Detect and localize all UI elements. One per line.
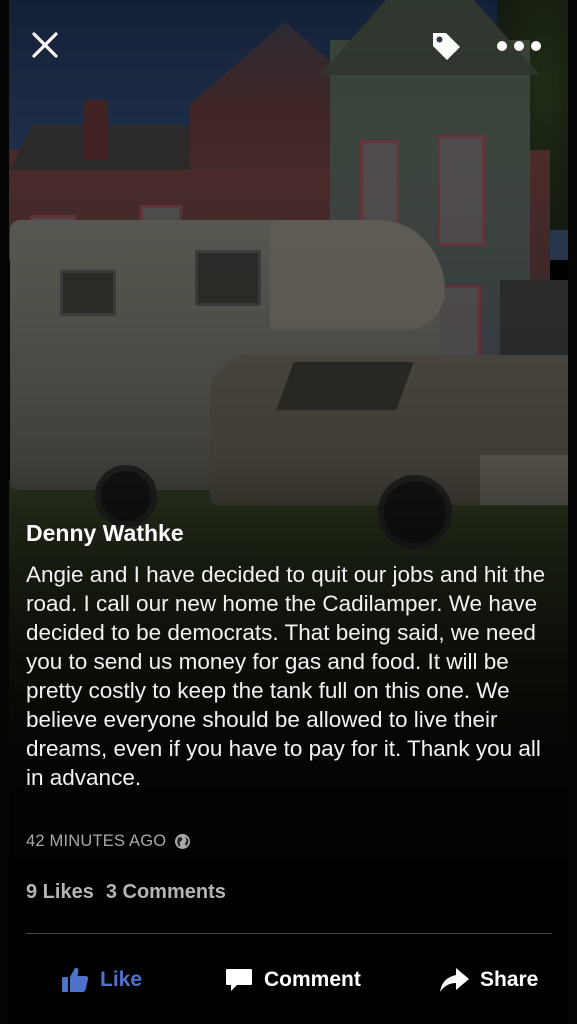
share-label: Share (480, 968, 539, 991)
comment-icon (226, 969, 252, 991)
like-label: Like (100, 968, 143, 991)
post-photo[interactable] (0, 0, 577, 1024)
more-icon (497, 41, 541, 51)
share-button[interactable]: Share (438, 950, 538, 1010)
close-button[interactable] (24, 24, 66, 66)
more-options-button[interactable] (492, 26, 546, 66)
close-icon (32, 32, 58, 58)
post-timestamp[interactable]: 42 MINUTES AGO (26, 832, 166, 851)
like-button[interactable]: Like (60, 950, 142, 1010)
photo-frame-right (568, 0, 577, 1024)
share-icon (440, 968, 469, 992)
photo-frame-left (0, 0, 9, 1024)
photo-gradient-overlay (0, 0, 577, 1024)
comment-label: Comment (264, 968, 361, 991)
post-meta: 42 MINUTES AGO (26, 832, 191, 851)
thumbs-up-icon (62, 967, 89, 992)
comment-button[interactable]: Comment (224, 950, 361, 1010)
post-stats: 9 Likes 3 Comments (26, 881, 226, 904)
top-bar (0, 0, 577, 90)
comments-count[interactable]: 3 Comments (106, 881, 226, 904)
tag-button[interactable] (424, 24, 468, 68)
divider (26, 933, 552, 934)
post-text: Angie and I have decided to quit our job… (26, 562, 546, 790)
tag-icon (433, 33, 460, 60)
author-name[interactable]: Denny Wathke (26, 518, 556, 548)
globe-icon (175, 834, 191, 849)
likes-count[interactable]: 9 Likes (26, 881, 94, 904)
action-bar: Like Comment Share (0, 950, 577, 1010)
post-caption: Denny Wathke Angie and I have decided to… (26, 518, 556, 792)
